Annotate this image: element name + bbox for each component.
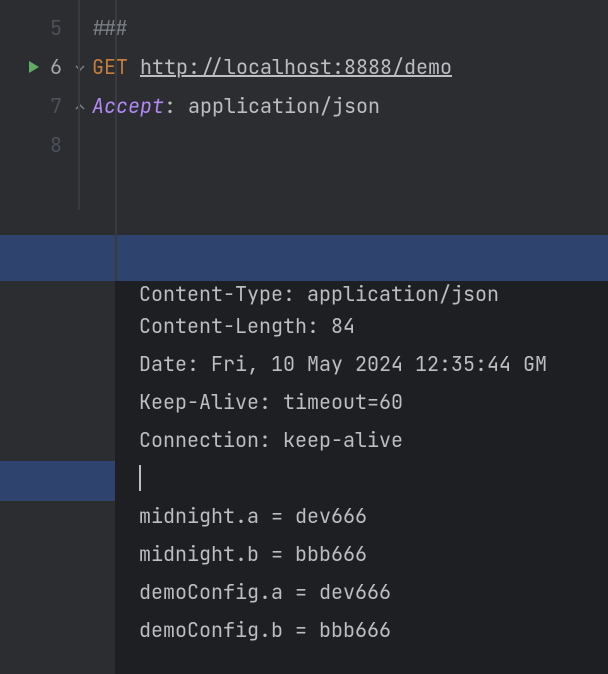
response-body-line: demoConfig.a = dev666 [139,573,608,611]
response-header-line: Date: Fri, 10 May 2024 12:35:44 GM [139,345,608,383]
response-body-line: demoConfig.b = bbb666 [139,611,608,649]
response-header-line: Connection: keep-alive [139,421,608,459]
header-name: Accept [92,93,164,119]
response-body-line: midnight.a = dev666 [139,497,608,535]
gutter-row[interactable]: 7 [0,86,78,125]
header-sep: : [164,93,188,119]
request-url[interactable]: http://localhost:8888/demo [140,54,452,80]
request-separator: ### [92,15,128,41]
response-header-line: Content-Type: application/json [139,281,608,307]
line-number: 6 [50,54,62,80]
run-icon[interactable] [26,59,42,75]
header-value: application/json [188,93,380,119]
gutter-row[interactable]: 6 [0,47,78,86]
code-line[interactable]: GET http://localhost:8888/demo [92,47,608,86]
fold-marker-icon[interactable] [74,54,86,80]
output-sidebar [0,281,115,674]
editor-pane: 5 6 7 8 ### GET http://localhost:8888/de [0,0,608,235]
code-line[interactable]: Accept: application/json [92,86,608,125]
output-pane: Content-Type: application/json Content-L… [0,281,608,674]
code-line[interactable] [92,125,608,164]
text-cursor [139,465,141,491]
gutter-row[interactable]: 5 [0,8,78,47]
line-number: 7 [50,93,62,119]
line-number: 8 [50,132,62,158]
response-header-line: Keep-Alive: timeout=60 [139,383,608,421]
gutter-row[interactable]: 8 [0,125,78,164]
gutter: 5 6 7 8 [0,0,78,235]
line-number: 5 [50,15,62,41]
fold-marker-icon[interactable] [74,93,86,119]
response-body-line: midnight.b = bbb666 [139,535,608,573]
response-body[interactable]: Content-Type: application/json Content-L… [115,281,608,674]
pane-separator[interactable] [0,235,608,281]
cursor-line[interactable] [139,459,608,497]
gutter-divider [78,0,80,210]
response-header-line: Content-Length: 84 [139,307,608,345]
code-line[interactable]: ### [92,8,608,47]
http-method: GET [92,54,128,80]
sidebar-highlight [0,461,115,501]
code-area[interactable]: ### GET http://localhost:8888/demo Accep… [78,0,608,235]
